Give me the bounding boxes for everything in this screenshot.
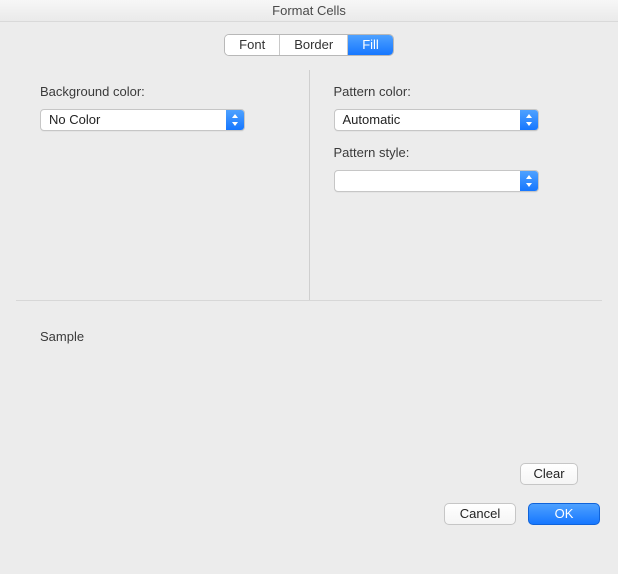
background-color-label: Background color:	[40, 84, 285, 99]
sample-label: Sample	[40, 329, 578, 344]
horizontal-divider	[16, 300, 602, 301]
clear-button[interactable]: Clear	[520, 463, 578, 485]
background-color-value: No Color	[41, 110, 226, 130]
chevron-up-down-icon	[520, 171, 538, 191]
sample-area: Sample	[16, 315, 602, 463]
cancel-button[interactable]: Cancel	[444, 503, 516, 525]
pattern-style-label: Pattern style:	[334, 145, 579, 160]
chevron-up-down-icon	[520, 110, 538, 130]
chevron-up-down-icon	[226, 110, 244, 130]
pattern-color-label: Pattern color:	[334, 84, 579, 99]
ok-button[interactable]: OK	[528, 503, 600, 525]
pattern-color-value: Automatic	[335, 110, 520, 130]
tab-border[interactable]: Border	[280, 35, 348, 55]
tab-fill[interactable]: Fill	[348, 35, 393, 55]
background-color-group: Background color: No Color	[16, 70, 309, 300]
tab-segmented-control: Font Border Fill	[224, 34, 394, 56]
tab-font[interactable]: Font	[225, 35, 280, 55]
background-color-dropdown[interactable]: No Color	[40, 109, 245, 131]
pattern-group: Pattern color: Automatic Pattern style:	[310, 70, 603, 300]
pattern-style-value	[335, 171, 520, 191]
fill-panel: Font Border Fill Background color: No Co…	[16, 34, 602, 501]
window-title: Format Cells	[0, 0, 618, 22]
fill-columns: Background color: No Color Pattern color…	[16, 70, 602, 300]
tab-bar: Font Border Fill	[16, 34, 602, 56]
pattern-style-dropdown[interactable]	[334, 170, 539, 192]
pattern-color-dropdown[interactable]: Automatic	[334, 109, 539, 131]
dialog-footer: Cancel OK	[0, 501, 618, 525]
